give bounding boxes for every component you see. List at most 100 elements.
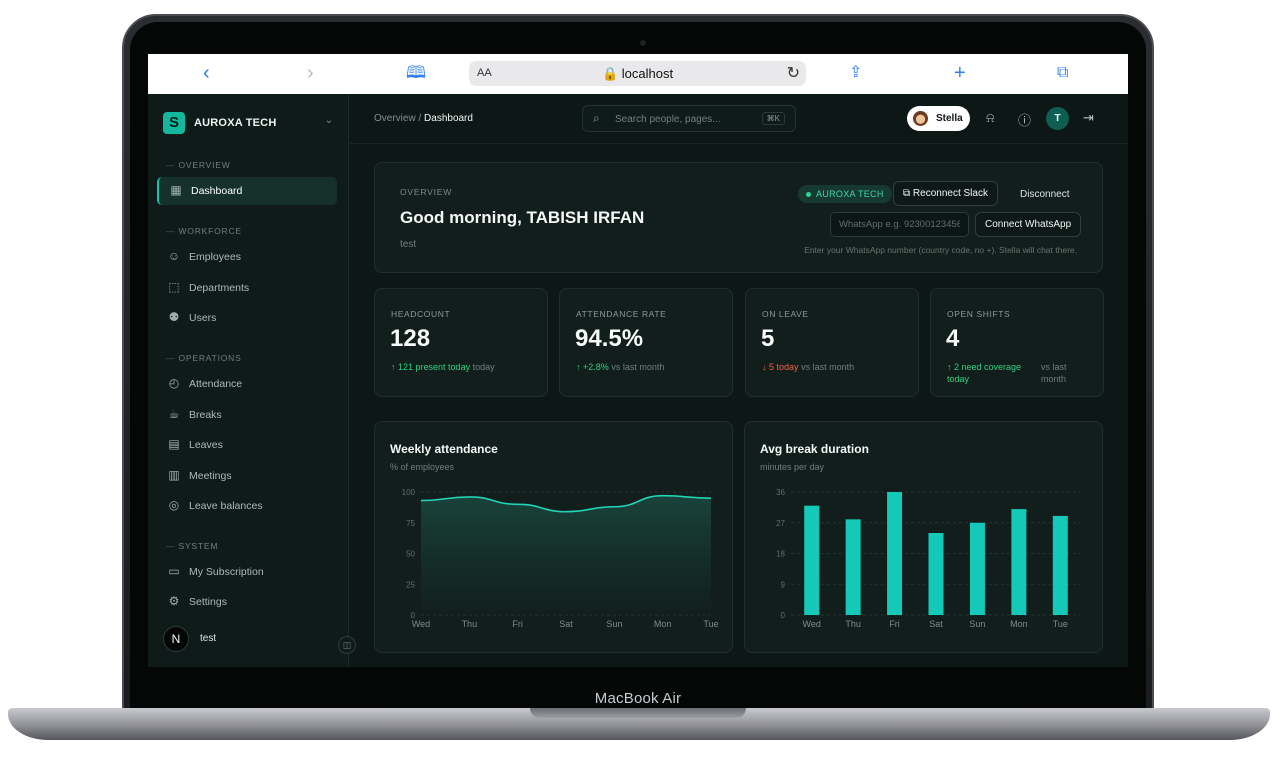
kpi-delta-suffix: vs last month [611, 362, 665, 372]
arrow-up-icon: ↑ [947, 362, 952, 372]
disconnect-button[interactable]: Disconnect [1020, 189, 1069, 200]
kpi-delta-text: 121 present today [398, 362, 471, 372]
x-tick-label: Thu [462, 619, 478, 629]
clock-icon: ◴ [168, 376, 180, 390]
y-tick-label: 0 [781, 611, 786, 620]
kpi-delta: ↑ 2 need coverage today [947, 361, 1029, 385]
sidebar-item-label: Dashboard [191, 185, 243, 197]
user-menu[interactable]: N test [163, 626, 343, 652]
sidebar-item-users[interactable]: ⚉ Users [157, 304, 337, 332]
sidebar-item-label: Attendance [189, 378, 243, 390]
help-icon[interactable]: ⓘ [1018, 110, 1031, 129]
search-input[interactable]: Search people, pages... [615, 114, 721, 125]
y-tick-label: 50 [406, 550, 415, 559]
sidebar-item-attendance[interactable]: ◴ Attendance [157, 370, 337, 398]
brand-logo-icon: S [163, 112, 185, 134]
reload-icon[interactable]: ↻ [787, 63, 800, 83]
laptop-notch [530, 708, 746, 718]
kpi-value: 5 [761, 325, 775, 352]
avg-break-chart: 0 9 18 27 36 Wed Thu Fri Sat Sun Mon Tue [776, 488, 1081, 629]
search-shortcut: ⌘K [761, 112, 785, 125]
sidebar-item-dashboard[interactable]: ▦ Dashboard [157, 177, 337, 205]
sidebar-item-settings[interactable]: ⚙ Settings [157, 588, 337, 616]
sidebar-item-breaks[interactable]: ☕ Breaks [157, 401, 337, 429]
address-bar[interactable]: AA 🔒 localhost ↻ [469, 61, 806, 86]
user-key-icon: ⚉ [168, 310, 180, 324]
kpi-delta-text: +2.8% [583, 362, 609, 372]
sidebar-item-label: Leaves [189, 439, 223, 451]
breadcrumb-separator: / [415, 113, 425, 124]
reader-book-icon[interactable]: 🕮 [406, 62, 426, 84]
data-point [710, 497, 713, 500]
x-tick-label: Mon [1010, 619, 1028, 629]
avatar: N [163, 626, 189, 652]
x-tick-label: Sun [606, 619, 622, 629]
kpi-value: 128 [390, 325, 431, 352]
x-tick-label: Wed [412, 619, 430, 629]
bar [969, 522, 985, 615]
sidebar-item-label: Meetings [189, 470, 232, 482]
search-box[interactable]: ⌕ Search people, pages... ⌘K [582, 105, 796, 132]
x-tick-label: Sat [559, 619, 573, 629]
main-content: OVERVIEW Good morning, TABISH IRFAN test… [350, 145, 1128, 667]
sidebar-item-leaves[interactable]: ▤ Leaves [157, 431, 337, 459]
x-tick-label: Fri [512, 619, 523, 629]
profile-avatar[interactable]: T [1046, 107, 1069, 130]
kpi-delta-text: 2 need coverage today [947, 362, 1022, 384]
app-root: S AUROXA TECH ⌄ OVERVIEW ▦ Dashboard WOR… [148, 94, 1128, 667]
whatsapp-hint: Enter your WhatsApp number (country code… [804, 245, 1077, 255]
url-text: 🔒 localhost [601, 66, 674, 81]
forward-icon[interactable]: › [307, 62, 314, 84]
workspace-switcher[interactable]: S AUROXA TECH ⌄ [163, 112, 333, 134]
logout-icon[interactable]: ⇥ [1083, 110, 1094, 126]
welcome-subtitle: test [400, 239, 417, 250]
data-point [661, 494, 664, 497]
y-tick-label: 25 [406, 580, 415, 589]
kpi-delta: ↑ 121 present today today [391, 361, 495, 373]
breadcrumb-parent[interactable]: Overview [374, 113, 416, 124]
camera-dot [640, 40, 646, 46]
page-title: Good morning, TABISH IRFAN [400, 208, 645, 227]
sidebar-item-label: Settings [189, 596, 227, 608]
url-host: localhost [621, 66, 674, 81]
bar [1011, 509, 1027, 615]
nav-section-system: SYSTEM [166, 541, 218, 551]
assistant-avatar-icon [913, 111, 928, 126]
search-icon: ⌕ [593, 111, 600, 125]
y-tick-label: 9 [781, 580, 786, 589]
bell-icon[interactable]: ⍾ [986, 110, 995, 126]
x-tick-label: Tue [1053, 619, 1068, 629]
kpi-delta-text: 5 today [769, 362, 799, 372]
back-icon[interactable]: ‹ [203, 62, 210, 84]
kpi-card-open-shifts: OPEN SHIFTS 4 ↑ 2 need coverage today vs… [930, 288, 1104, 397]
sidebar-item-label: Breaks [189, 409, 222, 421]
x-tick-label: Wed [803, 619, 821, 629]
whatsapp-number-input[interactable] [830, 212, 969, 237]
sidebar-item-meetings[interactable]: ▥ Meetings [157, 462, 337, 490]
sidebar-item-subscription[interactable]: ▭ My Subscription [157, 558, 337, 586]
sidebar-item-label: Leave balances [189, 500, 263, 512]
sidebar-item-label: My Subscription [189, 566, 264, 578]
data-point [516, 503, 519, 506]
kpi-label: HEADCOUNT [391, 309, 451, 319]
calendar-icon: ▤ [168, 437, 180, 451]
share-icon[interactable]: ⇪ [849, 62, 862, 84]
target-icon: ◎ [168, 498, 180, 512]
kpi-value: 94.5% [575, 325, 644, 352]
arrow-up-icon: ↑ [391, 362, 396, 372]
gear-icon: ⚙ [168, 594, 180, 608]
sidebar-item-employees[interactable]: ☺ Employees [157, 243, 337, 271]
browser-toolbar: ‹ › 🕮 AA 🔒 localhost ↻ ⇪ + ⧉ [148, 54, 1128, 94]
kpi-delta-suffix: vs last month [801, 362, 855, 372]
sidebar-item-leave-balances[interactable]: ◎ Leave balances [157, 492, 337, 520]
x-tick-label: Sun [969, 619, 985, 629]
connect-whatsapp-button[interactable]: Connect WhatsApp [975, 212, 1082, 237]
reconnect-slack-button[interactable]: ⧉ Reconnect Slack [893, 181, 998, 206]
new-tab-icon[interactable]: + [954, 62, 966, 84]
people-icon: ☺ [167, 249, 181, 263]
kpi-card-on-leave: ON LEAVE 5 ↓ 5 today vs last month [745, 288, 919, 397]
assistant-button[interactable]: Stella [907, 106, 970, 131]
sidebar-item-departments[interactable]: ⬚ Departments [157, 274, 337, 302]
tabs-overview-icon[interactable]: ⧉ [1057, 62, 1068, 84]
arrow-up-icon: ↑ [576, 362, 581, 372]
